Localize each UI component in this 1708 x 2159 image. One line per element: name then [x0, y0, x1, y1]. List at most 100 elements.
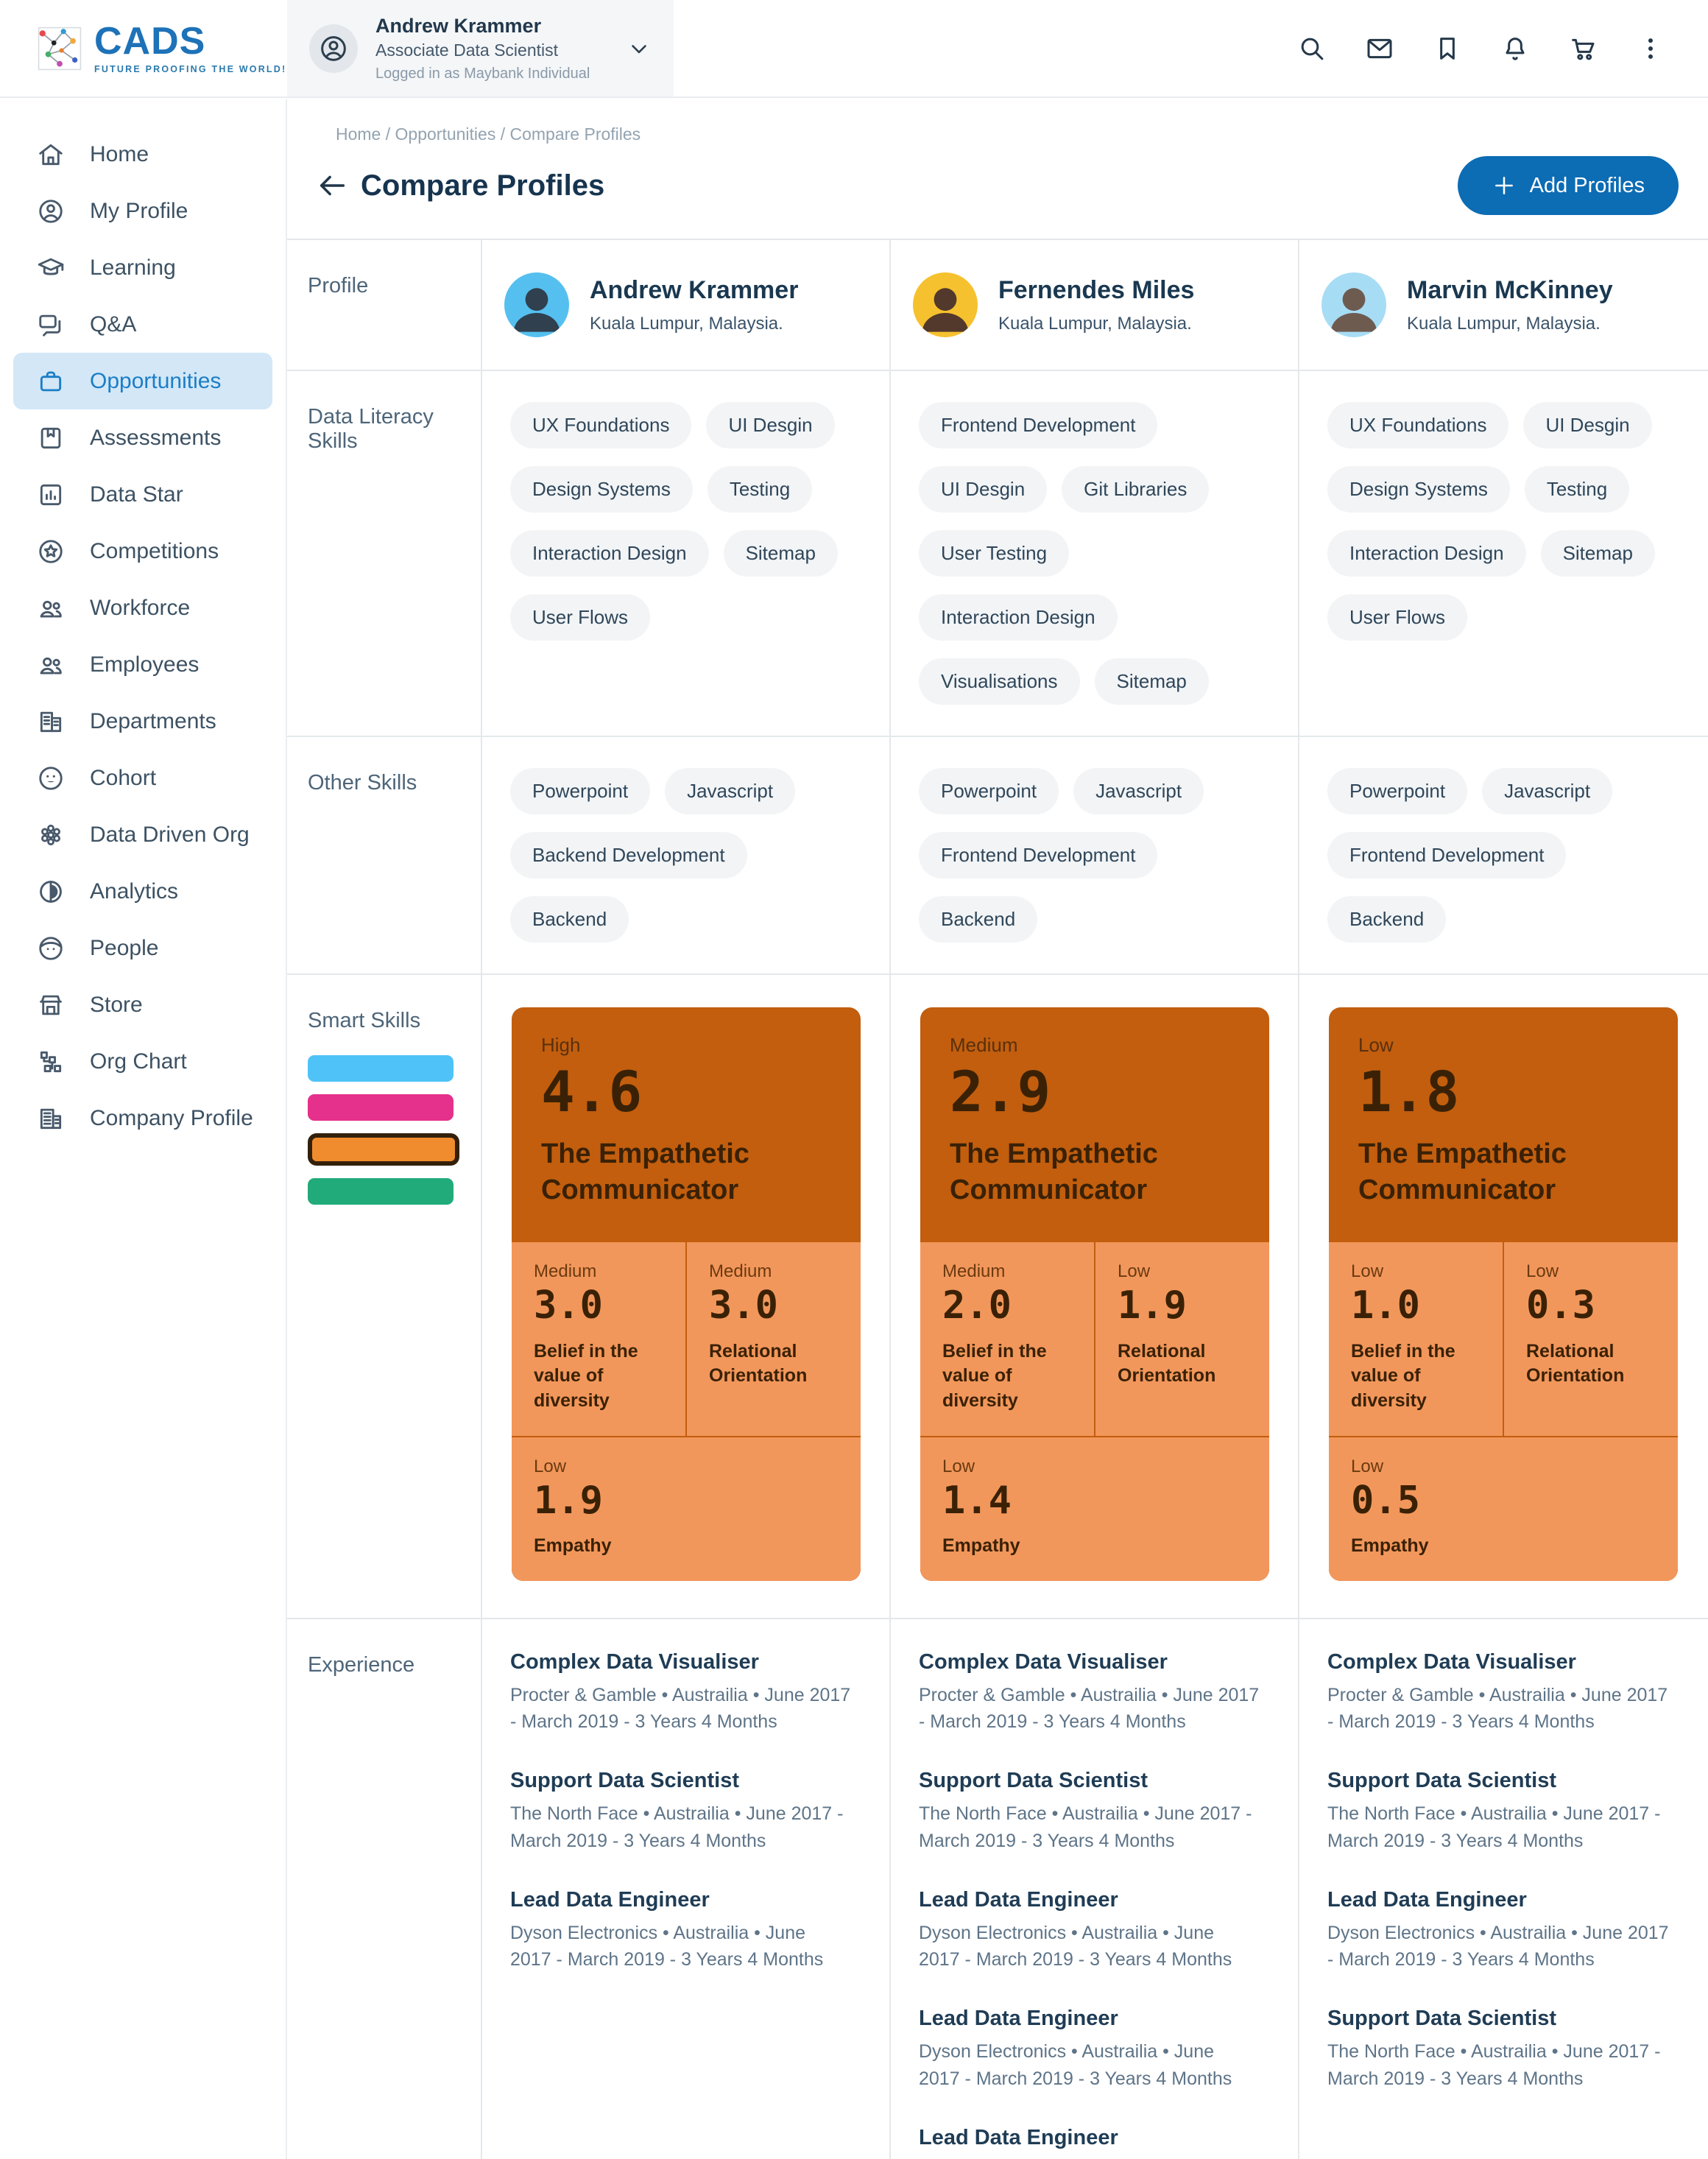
smart-score: 4.6: [541, 1061, 831, 1123]
people-icon: [37, 934, 65, 962]
sidebar-item-org-chart[interactable]: Org Chart: [13, 1033, 272, 1090]
user-login-note: Logged in as Maybank Individual: [375, 66, 609, 82]
smart-subskill: Low 0.3 Relational Orientation: [1504, 1242, 1678, 1435]
sidebar-item-workforce[interactable]: Workforce: [13, 580, 272, 636]
cads-logo-icon: [37, 26, 82, 71]
data-literacy-skills-marvin: UX Foundations UI Desgin Design Systems …: [1299, 371, 1708, 737]
back-arrow-icon[interactable]: [315, 169, 349, 202]
cart-icon[interactable]: [1568, 34, 1598, 63]
compare-profiles-app: CADS FUTURE PROOFING THE WORLD! Andrew K…: [0, 0, 1708, 2159]
data-literacy-skills-andrew: UX Foundations UI Desgin Design Systems …: [482, 371, 891, 737]
sidebar-nav: Home My Profile Learning Q&A Opportuniti…: [0, 99, 287, 2159]
sidebar-item-competitions[interactable]: Competitions: [13, 523, 272, 580]
sidebar-item-qa[interactable]: Q&A: [13, 296, 272, 353]
user-avatar-icon: [309, 24, 358, 73]
skill-chip: Javascript: [1482, 768, 1612, 814]
legend-bar-blue[interactable]: [308, 1055, 454, 1082]
sidebar-item-home[interactable]: Home: [13, 126, 272, 183]
experience-item: Complex Data Visualiser Procter & Gamble…: [919, 1650, 1260, 1736]
smart-subskill: Low 1.9 Relational Orientation: [1095, 1242, 1269, 1435]
top-action-icons: [1297, 0, 1665, 96]
skill-chip: Interaction Design: [919, 594, 1118, 641]
smart-skills-fernendes: Medium 2.9 The Empathetic Communicator M…: [891, 975, 1299, 1619]
profile-name: Andrew Krammer: [590, 276, 798, 305]
profile-location: Kuala Lumpur, Malaysia.: [590, 314, 798, 334]
analytics-icon: [37, 878, 65, 906]
profile-card-andrew: Andrew Krammer Kuala Lumpur, Malaysia.: [482, 240, 891, 371]
sidebar-item-opportunities[interactable]: Opportunities: [13, 353, 272, 409]
skill-chip: Testing: [1525, 466, 1629, 513]
skill-chip: Powerpoint: [1327, 768, 1467, 814]
profile-name: Fernendes Miles: [998, 276, 1194, 305]
smart-level: Low: [1358, 1034, 1648, 1057]
profile-location: Kuala Lumpur, Malaysia.: [998, 314, 1194, 334]
skill-chip: Design Systems: [1327, 466, 1510, 513]
skill-chip: Frontend Development: [919, 832, 1157, 878]
smart-subskill: Low 1.9 Empathy: [512, 1437, 861, 1581]
skill-chip: User Testing: [919, 530, 1069, 577]
home-icon: [37, 141, 65, 169]
main-content: Home / Opportunities / Compare Profiles …: [287, 99, 1708, 2159]
other-skills-andrew: Powerpoint Javascript Backend Developmen…: [482, 737, 891, 975]
sidebar-item-learning[interactable]: Learning: [13, 239, 272, 296]
skill-chip: Sitemap: [1095, 658, 1209, 705]
skill-chip: Interaction Design: [1327, 530, 1526, 577]
user-role: Associate Data Scientist: [375, 40, 609, 60]
sidebar-item-data-star[interactable]: Data Star: [13, 466, 272, 523]
notifications-icon[interactable]: [1500, 34, 1530, 63]
search-icon[interactable]: [1297, 34, 1327, 63]
breadcrumb[interactable]: Home / Opportunities / Compare Profiles: [336, 124, 1708, 144]
skill-chip: Interaction Design: [510, 530, 709, 577]
sidebar-item-company-profile[interactable]: Company Profile: [13, 1090, 272, 1147]
opportunities-icon: [37, 367, 65, 395]
add-profiles-button[interactable]: Add Profiles: [1458, 156, 1679, 215]
experience-item: Lead Data Engineer Dyson Electronics • A…: [1327, 1888, 1670, 1973]
sidebar-item-cohort[interactable]: Cohort: [13, 750, 272, 806]
skill-chip: User Flows: [1327, 594, 1467, 641]
smart-score: 2.9: [950, 1061, 1240, 1123]
smart-title: The Empathetic Communicator: [1358, 1136, 1623, 1209]
smart-subskill: Medium 2.0 Belief in the value of divers…: [920, 1242, 1094, 1435]
company-profile-icon: [37, 1105, 65, 1133]
smart-level: Medium: [950, 1034, 1240, 1057]
skill-chip: Testing: [707, 466, 812, 513]
chevron-down-icon: [627, 36, 652, 61]
bookmark-icon[interactable]: [1433, 34, 1462, 63]
more-options-icon[interactable]: [1636, 34, 1665, 63]
page-title: Compare Profiles: [361, 169, 604, 202]
skill-chip: Backend: [510, 896, 629, 943]
smart-skills-andrew: High 4.6 The Empathetic Communicator Med…: [482, 975, 891, 1619]
skill-chip: Git Libraries: [1062, 466, 1209, 513]
sidebar-item-store[interactable]: Store: [13, 976, 272, 1033]
sidebar-item-people[interactable]: People: [13, 920, 272, 976]
experience-item: Support Data Scientist The North Face • …: [919, 1769, 1260, 1854]
sidebar-item-my-profile[interactable]: My Profile: [13, 183, 272, 239]
experience-item: Support Data Scientist The North Face • …: [1327, 2007, 1670, 2092]
skill-chip: User Flows: [510, 594, 650, 641]
workforce-icon: [37, 594, 65, 622]
sidebar-item-departments[interactable]: Departments: [13, 693, 272, 750]
smart-subskill: Low 1.4 Empathy: [920, 1437, 1269, 1581]
smart-subskill: Medium 3.0 Relational Orientation: [687, 1242, 861, 1435]
legend-bar-pink[interactable]: [308, 1094, 454, 1121]
smart-title: The Empathetic Communicator: [541, 1136, 806, 1209]
mail-icon[interactable]: [1365, 34, 1394, 63]
sidebar-item-assessments[interactable]: Assessments: [13, 409, 272, 466]
sidebar-item-employees[interactable]: Employees: [13, 636, 272, 693]
other-skills-fernendes: Powerpoint Javascript Frontend Developme…: [891, 737, 1299, 975]
smart-score: 1.8: [1358, 1061, 1648, 1123]
smart-subskill: Low 1.0 Belief in the value of diversity: [1329, 1242, 1503, 1435]
logo-tagline: FUTURE PROOFING THE WORLD!: [94, 64, 286, 74]
experience-item: Lead Data Engineer Dyson Electronics • A…: [919, 1888, 1260, 1973]
skill-chip: Sitemap: [724, 530, 838, 577]
smart-level: High: [541, 1034, 831, 1057]
legend-bar-orange-selected[interactable]: [308, 1133, 459, 1166]
experience-andrew: Complex Data Visualiser Procter & Gamble…: [482, 1619, 891, 2159]
user-menu[interactable]: Andrew Krammer Associate Data Scientist …: [287, 0, 674, 96]
smart-skill-card: Low 1.8 The Empathetic Communicator Low …: [1329, 1007, 1678, 1581]
skill-chip: Sitemap: [1541, 530, 1655, 577]
legend-bar-green[interactable]: [308, 1178, 454, 1205]
brand-logo[interactable]: CADS FUTURE PROOFING THE WORLD!: [0, 0, 287, 96]
sidebar-item-analytics[interactable]: Analytics: [13, 863, 272, 920]
sidebar-item-data-driven-org[interactable]: Data Driven Org: [13, 806, 272, 863]
